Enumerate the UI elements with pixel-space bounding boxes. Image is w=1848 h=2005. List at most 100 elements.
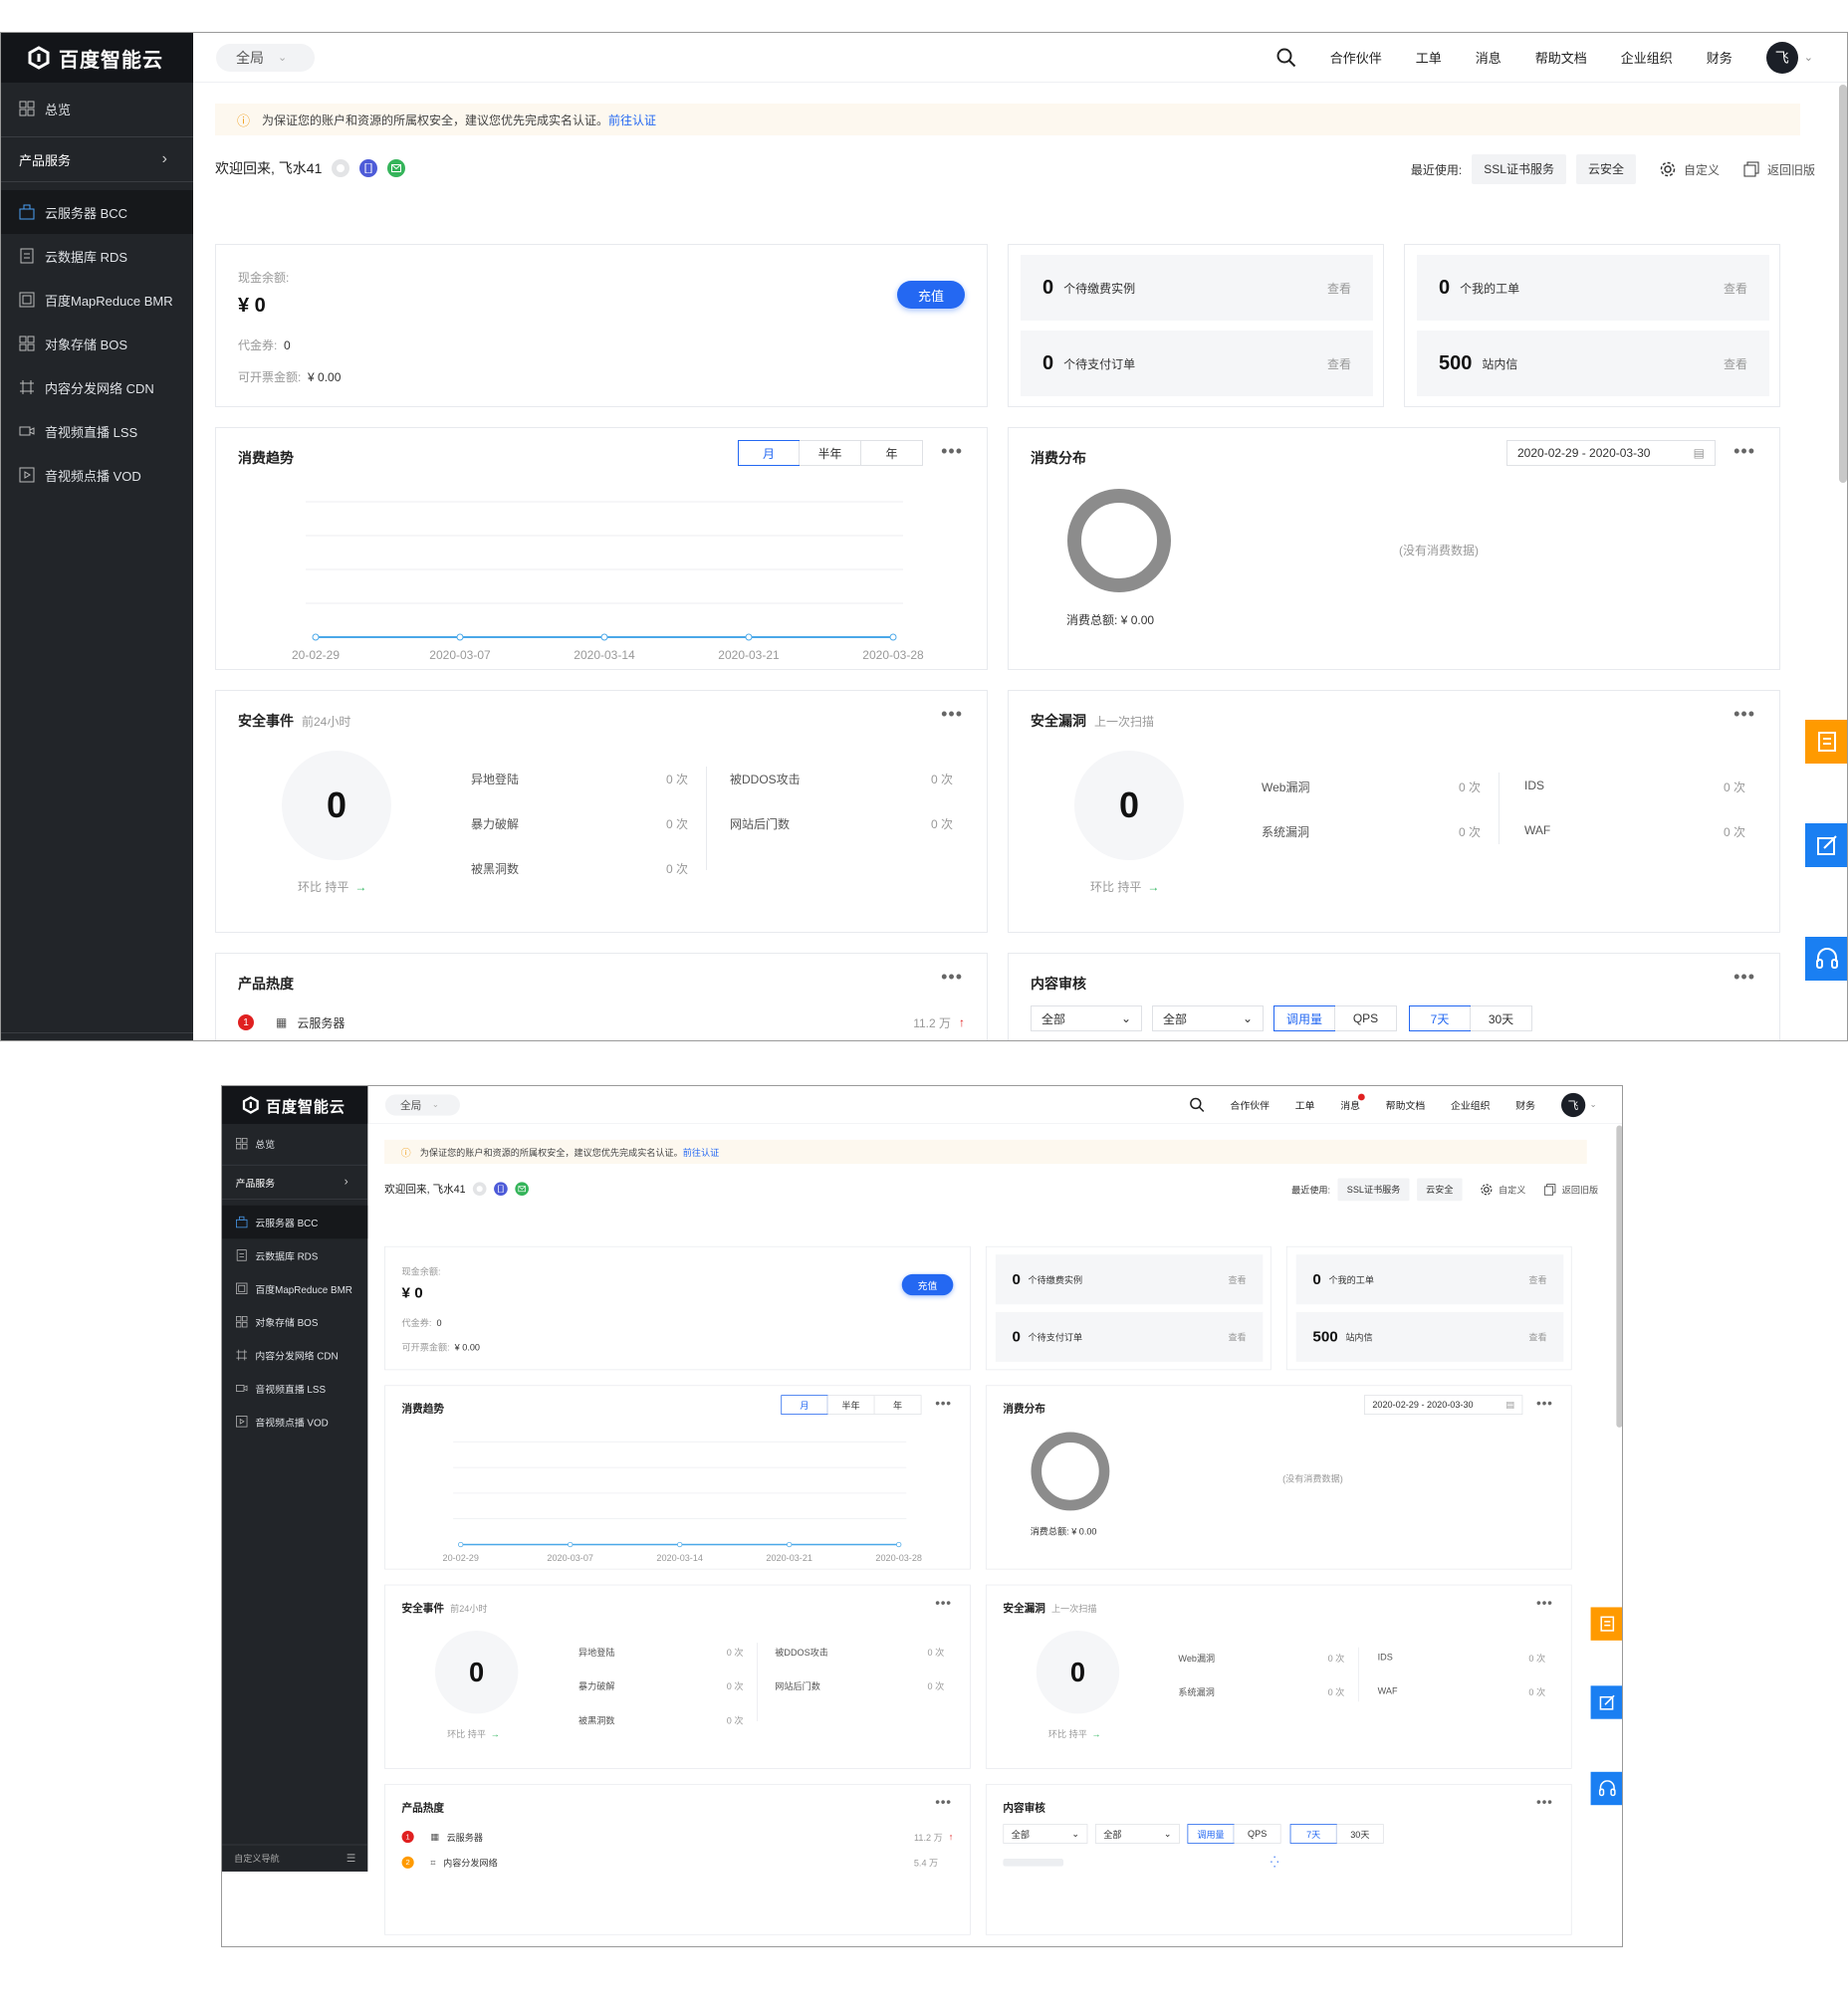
popularity-row[interactable]: 1 ▦ 云服务器 11.2 万 ↑ (401, 1829, 953, 1846)
charge-button[interactable]: 充值 (897, 281, 965, 309)
old-version-button[interactable]: 返回旧版 (1743, 161, 1815, 178)
tab-year[interactable]: 年 (873, 1396, 921, 1415)
header-link-messages[interactable]: 消息 (1476, 48, 1502, 67)
moderation-select-2[interactable]: 全部 ⌄ (1094, 1824, 1180, 1844)
tab-half-year[interactable]: 半年 (826, 1396, 874, 1415)
more-icon[interactable]: ••• (1733, 968, 1755, 986)
data-point[interactable] (889, 633, 897, 641)
search-icon[interactable] (1276, 48, 1296, 68)
popularity-row[interactable]: 1 ▦ 云服务器 11.2 万 ↑ (238, 1011, 965, 1033)
my-tickets-view-link[interactable]: 查看 (1724, 280, 1747, 297)
sidebar-item-rds[interactable]: 云数据库 RDS (1, 234, 193, 278)
sidebar-item-bcc[interactable]: 云服务器 BCC (222, 1205, 368, 1239)
logo[interactable]: 百度智能云 (1, 33, 193, 83)
pending-instances-view-link[interactable]: 查看 (1327, 280, 1351, 297)
header-link-docs[interactable]: 帮助文档 (1386, 1097, 1425, 1111)
edit-float-button[interactable] (1805, 823, 1847, 867)
date-range-picker[interactable]: 2020-02-29 - 2020-03-30 ▤ (1506, 440, 1716, 466)
data-point[interactable] (568, 1541, 574, 1548)
sidebar-item-bmr[interactable]: 百度MapReduce BMR (222, 1272, 367, 1305)
pending-orders-view-link[interactable]: 查看 (1228, 1330, 1246, 1343)
customize-button[interactable]: 自定义 (1660, 161, 1720, 178)
header-link-messages[interactable]: 消息 (1340, 1093, 1365, 1111)
sidebar-item-lss[interactable]: 音视频直播 LSS (222, 1372, 367, 1405)
user-menu[interactable]: 飞 ⌄ (1765, 41, 1813, 74)
data-point[interactable] (896, 1541, 902, 1548)
sidebar-footer[interactable]: 自定义导航 ☰ (222, 1844, 368, 1872)
more-icon[interactable]: ••• (941, 442, 963, 460)
tab-month[interactable]: 月 (781, 1395, 828, 1415)
vertical-scrollbar[interactable] (1839, 85, 1847, 483)
tab-month[interactable]: 月 (738, 440, 800, 466)
sidebar-item-cdn[interactable]: 内容分发网络 CDN (1, 365, 193, 409)
header-link-tickets[interactable]: 工单 (1416, 48, 1442, 67)
tab-calls[interactable]: 调用量 (1187, 1824, 1235, 1844)
tab-qps[interactable]: QPS (1334, 1006, 1396, 1030)
verify-link[interactable]: 前往认证 (608, 113, 656, 127)
scope-selector[interactable]: 全局 ⌄ (384, 1093, 460, 1116)
logo[interactable]: 百度智能云 (222, 1086, 368, 1124)
data-point[interactable] (745, 633, 753, 641)
more-icon[interactable]: ••• (1536, 1795, 1553, 1809)
tab-30d[interactable]: 30天 (1470, 1006, 1531, 1030)
date-range-picker[interactable]: 2020-02-29 - 2020-03-30 ▤ (1364, 1395, 1523, 1415)
popularity-row[interactable]: 2 ⌗ 内容分发网络 5.4 万 (401, 1854, 938, 1871)
user-menu[interactable]: 飞 ⌄ (1560, 1092, 1597, 1117)
header-link-finance[interactable]: 财务 (1515, 1097, 1535, 1111)
more-icon[interactable]: ••• (1733, 442, 1755, 460)
more-icon[interactable]: ••• (935, 1795, 952, 1809)
header-link-org[interactable]: 企业组织 (1621, 48, 1673, 67)
moderation-select-1[interactable]: 全部 ⌄ (1003, 1824, 1088, 1844)
header-link-tickets[interactable]: 工单 (1295, 1097, 1315, 1111)
collapse-icon[interactable]: ☰ (346, 1852, 356, 1865)
search-icon[interactable] (1189, 1097, 1205, 1112)
verify-link[interactable]: 前往认证 (683, 1147, 719, 1158)
sidebar-item-overview[interactable]: 总览 (222, 1127, 367, 1160)
recent-tag-ssl[interactable]: SSL证书服务 (1337, 1178, 1410, 1202)
pending-instances-view-link[interactable]: 查看 (1228, 1273, 1246, 1286)
header-link-docs[interactable]: 帮助文档 (1535, 48, 1587, 67)
more-icon[interactable]: ••• (935, 1596, 952, 1610)
header-link-org[interactable]: 企业组织 (1451, 1097, 1490, 1111)
scope-selector[interactable]: 全局 ⌄ (216, 43, 315, 72)
email-badge-icon[interactable] (387, 159, 406, 177)
sidebar-item-cdn[interactable]: 内容分发网络 CDN (222, 1338, 367, 1371)
phone-badge-icon[interactable] (359, 159, 378, 177)
data-point[interactable] (677, 1541, 683, 1548)
data-point[interactable] (600, 633, 608, 641)
sidebar-item-lss[interactable]: 音视频直播 LSS (1, 409, 193, 453)
sidebar-item-bcc[interactable]: 云服务器 BCC (1, 190, 193, 234)
header-link-partners[interactable]: 合作伙伴 (1230, 1097, 1269, 1111)
header-link-partners[interactable]: 合作伙伴 (1330, 48, 1382, 67)
moderation-select-2[interactable]: 全部 ⌄ (1152, 1005, 1264, 1031)
email-badge-icon[interactable] (515, 1182, 530, 1196)
tab-year[interactable]: 年 (860, 441, 922, 465)
phone-badge-icon[interactable] (494, 1182, 509, 1196)
more-icon[interactable]: ••• (1536, 1397, 1553, 1411)
vertical-scrollbar[interactable] (1616, 1125, 1622, 1428)
support-float-button[interactable] (1590, 1771, 1622, 1806)
more-icon[interactable]: ••• (941, 968, 963, 986)
feedback-float-button[interactable] (1590, 1607, 1622, 1641)
customize-button[interactable]: 自定义 (1481, 1183, 1525, 1196)
sidebar-item-bos[interactable]: 对象存储 BOS (1, 322, 193, 365)
edit-float-button[interactable] (1590, 1685, 1622, 1719)
more-icon[interactable]: ••• (941, 705, 963, 723)
sidebar-group-products[interactable]: 产品服务 › (1, 136, 193, 182)
sidebar-group-products[interactable]: 产品服务 › (222, 1164, 368, 1200)
recent-tag-security[interactable]: 云安全 (1575, 154, 1636, 184)
more-icon[interactable]: ••• (1536, 1596, 1553, 1610)
more-icon[interactable]: ••• (1733, 705, 1755, 723)
recent-tag-security[interactable]: 云安全 (1417, 1178, 1463, 1202)
sidebar-item-vod[interactable]: 音视频点播 VOD (1, 453, 193, 497)
sidebar-item-rds[interactable]: 云数据库 RDS (222, 1238, 367, 1271)
tab-7d[interactable]: 7天 (1289, 1824, 1337, 1844)
header-link-finance[interactable]: 财务 (1707, 48, 1732, 67)
data-point[interactable] (458, 1541, 464, 1548)
sidebar-item-bmr[interactable]: 百度MapReduce BMR (1, 278, 193, 322)
id-badge-icon[interactable] (473, 1182, 487, 1196)
data-point[interactable] (787, 1541, 793, 1548)
support-float-button[interactable] (1805, 937, 1847, 981)
charge-button[interactable]: 充值 (901, 1273, 954, 1296)
data-point[interactable] (312, 633, 320, 641)
